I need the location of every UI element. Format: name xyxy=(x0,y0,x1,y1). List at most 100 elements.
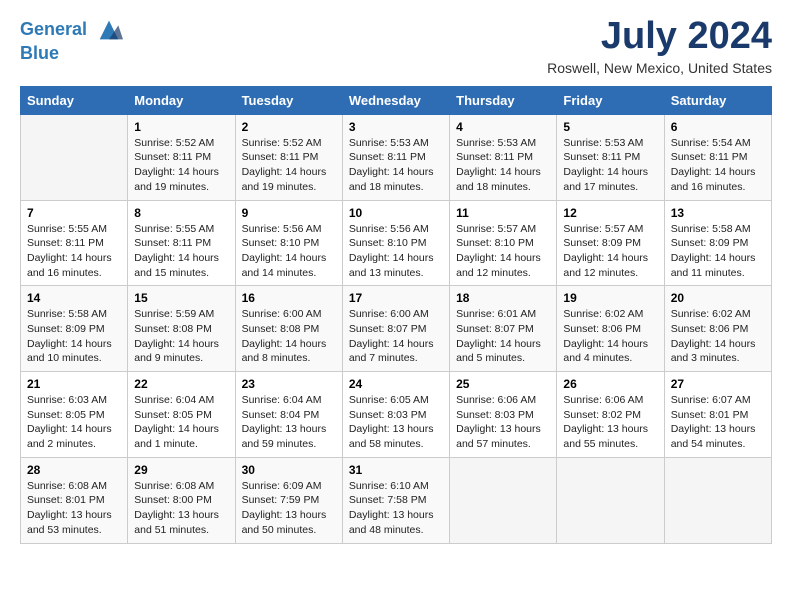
calendar-cell: 18 Sunrise: 6:01 AMSunset: 8:07 PMDayligh… xyxy=(450,286,557,372)
logo: General Blue xyxy=(20,16,123,64)
day-number: 21 xyxy=(27,377,121,391)
calendar-cell: 14 Sunrise: 5:58 AMSunset: 8:09 PMDayligh… xyxy=(21,286,128,372)
col-header-monday: Monday xyxy=(128,86,235,114)
day-info: Sunrise: 6:04 AMSunset: 8:05 PMDaylight:… xyxy=(134,393,228,452)
day-number: 1 xyxy=(134,120,228,134)
day-info: Sunrise: 6:01 AMSunset: 8:07 PMDaylight:… xyxy=(456,307,550,366)
day-info: Sunrise: 5:58 AMSunset: 8:09 PMDaylight:… xyxy=(671,222,765,281)
day-number: 6 xyxy=(671,120,765,134)
logo-subtext: Blue xyxy=(20,44,123,64)
day-number: 23 xyxy=(242,377,336,391)
day-number: 20 xyxy=(671,291,765,305)
day-info: Sunrise: 6:00 AMSunset: 8:07 PMDaylight:… xyxy=(349,307,443,366)
day-info: Sunrise: 6:07 AMSunset: 8:01 PMDaylight:… xyxy=(671,393,765,452)
day-number: 15 xyxy=(134,291,228,305)
day-info: Sunrise: 6:02 AMSunset: 8:06 PMDaylight:… xyxy=(563,307,657,366)
day-info: Sunrise: 6:06 AMSunset: 8:02 PMDaylight:… xyxy=(563,393,657,452)
day-info: Sunrise: 6:03 AMSunset: 8:05 PMDaylight:… xyxy=(27,393,121,452)
day-info: Sunrise: 5:54 AMSunset: 8:11 PMDaylight:… xyxy=(671,136,765,195)
day-number: 31 xyxy=(349,463,443,477)
day-number: 16 xyxy=(242,291,336,305)
day-number: 3 xyxy=(349,120,443,134)
day-number: 29 xyxy=(134,463,228,477)
calendar-cell: 15 Sunrise: 5:59 AMSunset: 8:08 PMDayligh… xyxy=(128,286,235,372)
calendar-cell: 23Sunrise: 6:04 AMSunset: 8:04 PMDayligh… xyxy=(235,372,342,458)
logo-text: General xyxy=(20,16,123,44)
day-number: 25 xyxy=(456,377,550,391)
day-info: Sunrise: 5:56 AMSunset: 8:10 PMDaylight:… xyxy=(349,222,443,281)
calendar-cell: 31 Sunrise: 6:10 AMSunset: 7:58 PMDayligh… xyxy=(342,457,449,543)
calendar-cell: 24Sunrise: 6:05 AMSunset: 8:03 PMDayligh… xyxy=(342,372,449,458)
calendar-cell: 4 Sunrise: 5:53 AMSunset: 8:11 PMDaylight… xyxy=(450,114,557,200)
calendar-cell: 7 Sunrise: 5:55 AMSunset: 8:11 PMDaylight… xyxy=(21,200,128,286)
day-number: 22 xyxy=(134,377,228,391)
week-row-2: 7 Sunrise: 5:55 AMSunset: 8:11 PMDaylight… xyxy=(21,200,772,286)
page-header: General Blue July 2024 Roswell, New Mexi… xyxy=(20,16,772,76)
day-number: 19 xyxy=(563,291,657,305)
day-info: Sunrise: 5:56 AMSunset: 8:10 PMDaylight:… xyxy=(242,222,336,281)
day-number: 18 xyxy=(456,291,550,305)
logo-icon xyxy=(95,16,123,44)
calendar-cell: 1 Sunrise: 5:52 AMSunset: 8:11 PMDaylight… xyxy=(128,114,235,200)
calendar-cell xyxy=(664,457,771,543)
calendar-cell: 30 Sunrise: 6:09 AMSunset: 7:59 PMDayligh… xyxy=(235,457,342,543)
day-info: Sunrise: 5:55 AMSunset: 8:11 PMDaylight:… xyxy=(134,222,228,281)
month-title: July 2024 xyxy=(547,16,772,58)
day-info: Sunrise: 5:52 AMSunset: 8:11 PMDaylight:… xyxy=(134,136,228,195)
location: Roswell, New Mexico, United States xyxy=(547,60,772,76)
calendar-cell: 11 Sunrise: 5:57 AMSunset: 8:10 PMDayligh… xyxy=(450,200,557,286)
day-number: 13 xyxy=(671,206,765,220)
day-info: Sunrise: 5:58 AMSunset: 8:09 PMDaylight:… xyxy=(27,307,121,366)
calendar-cell: 20Sunrise: 6:02 AMSunset: 8:06 PMDayligh… xyxy=(664,286,771,372)
day-info: Sunrise: 5:53 AMSunset: 8:11 PMDaylight:… xyxy=(456,136,550,195)
day-info: Sunrise: 6:09 AMSunset: 7:59 PMDaylight:… xyxy=(242,479,336,538)
day-info: Sunrise: 6:08 AMSunset: 8:00 PMDaylight:… xyxy=(134,479,228,538)
day-info: Sunrise: 5:57 AMSunset: 8:09 PMDaylight:… xyxy=(563,222,657,281)
day-number: 27 xyxy=(671,377,765,391)
day-info: Sunrise: 5:57 AMSunset: 8:10 PMDaylight:… xyxy=(456,222,550,281)
day-number: 14 xyxy=(27,291,121,305)
day-number: 11 xyxy=(456,206,550,220)
calendar-cell xyxy=(21,114,128,200)
day-number: 8 xyxy=(134,206,228,220)
day-info: Sunrise: 5:53 AMSunset: 8:11 PMDaylight:… xyxy=(349,136,443,195)
calendar-cell: 12 Sunrise: 5:57 AMSunset: 8:09 PMDayligh… xyxy=(557,200,664,286)
day-info: Sunrise: 5:52 AMSunset: 8:11 PMDaylight:… xyxy=(242,136,336,195)
day-number: 4 xyxy=(456,120,550,134)
day-number: 12 xyxy=(563,206,657,220)
col-header-tuesday: Tuesday xyxy=(235,86,342,114)
day-info: Sunrise: 6:05 AMSunset: 8:03 PMDaylight:… xyxy=(349,393,443,452)
calendar-cell: 26 Sunrise: 6:06 AMSunset: 8:02 PMDayligh… xyxy=(557,372,664,458)
day-number: 2 xyxy=(242,120,336,134)
calendar-cell: 19 Sunrise: 6:02 AMSunset: 8:06 PMDayligh… xyxy=(557,286,664,372)
calendar-cell: 27 Sunrise: 6:07 AMSunset: 8:01 PMDayligh… xyxy=(664,372,771,458)
calendar-cell: 16Sunrise: 6:00 AMSunset: 8:08 PMDayligh… xyxy=(235,286,342,372)
week-row-5: 28Sunrise: 6:08 AMSunset: 8:01 PMDayligh… xyxy=(21,457,772,543)
calendar-cell: 17Sunrise: 6:00 AMSunset: 8:07 PMDayligh… xyxy=(342,286,449,372)
day-info: Sunrise: 5:55 AMSunset: 8:11 PMDaylight:… xyxy=(27,222,121,281)
calendar-cell: 25 Sunrise: 6:06 AMSunset: 8:03 PMDayligh… xyxy=(450,372,557,458)
day-number: 7 xyxy=(27,206,121,220)
calendar-cell: 6 Sunrise: 5:54 AMSunset: 8:11 PMDaylight… xyxy=(664,114,771,200)
day-number: 30 xyxy=(242,463,336,477)
day-info: Sunrise: 5:53 AMSunset: 8:11 PMDaylight:… xyxy=(563,136,657,195)
day-info: Sunrise: 5:59 AMSunset: 8:08 PMDaylight:… xyxy=(134,307,228,366)
day-info: Sunrise: 6:10 AMSunset: 7:58 PMDaylight:… xyxy=(349,479,443,538)
col-header-friday: Friday xyxy=(557,86,664,114)
col-header-thursday: Thursday xyxy=(450,86,557,114)
col-header-sunday: Sunday xyxy=(21,86,128,114)
week-row-1: 1 Sunrise: 5:52 AMSunset: 8:11 PMDaylight… xyxy=(21,114,772,200)
calendar-cell xyxy=(557,457,664,543)
day-number: 5 xyxy=(563,120,657,134)
day-info: Sunrise: 6:06 AMSunset: 8:03 PMDaylight:… xyxy=(456,393,550,452)
col-header-saturday: Saturday xyxy=(664,86,771,114)
calendar-cell: 3 Sunrise: 5:53 AMSunset: 8:11 PMDaylight… xyxy=(342,114,449,200)
calendar-cell: 13 Sunrise: 5:58 AMSunset: 8:09 PMDayligh… xyxy=(664,200,771,286)
day-number: 26 xyxy=(563,377,657,391)
calendar-cell: 28Sunrise: 6:08 AMSunset: 8:01 PMDayligh… xyxy=(21,457,128,543)
calendar-cell xyxy=(450,457,557,543)
week-row-4: 21 Sunrise: 6:03 AMSunset: 8:05 PMDayligh… xyxy=(21,372,772,458)
calendar-cell: 8 Sunrise: 5:55 AMSunset: 8:11 PMDaylight… xyxy=(128,200,235,286)
calendar-cell: 21 Sunrise: 6:03 AMSunset: 8:05 PMDayligh… xyxy=(21,372,128,458)
day-number: 28 xyxy=(27,463,121,477)
